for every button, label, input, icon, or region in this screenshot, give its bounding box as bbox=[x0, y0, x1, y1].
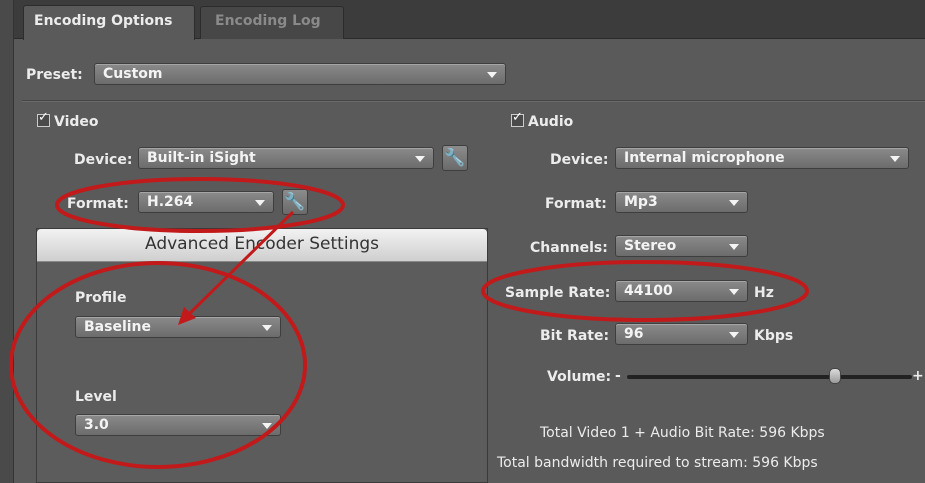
chevron-down-icon bbox=[729, 244, 739, 250]
video-device-label: Device: bbox=[74, 152, 133, 168]
profile-label: Profile bbox=[75, 290, 127, 306]
preset-label: Preset: bbox=[26, 67, 83, 83]
audio-toggle[interactable]: Audio bbox=[511, 110, 574, 130]
video-format-label: Format: bbox=[67, 196, 129, 212]
video-format-dropdown[interactable]: H.264 bbox=[138, 191, 274, 213]
volume-label: Volume: bbox=[547, 369, 612, 385]
volume-track[interactable] bbox=[627, 375, 912, 379]
chevron-down-icon bbox=[255, 200, 265, 206]
audio-device-value: Internal microphone bbox=[624, 150, 785, 166]
audio-device-label: Device: bbox=[550, 152, 609, 168]
bit-rate-label: Bit Rate: bbox=[540, 328, 610, 344]
video-toggle[interactable]: Video bbox=[37, 110, 99, 130]
volume-slider-handle[interactable] bbox=[829, 368, 842, 384]
chevron-down-icon bbox=[890, 156, 900, 162]
window-left-border bbox=[0, 0, 14, 483]
video-device-dropdown[interactable]: Built-in iSight bbox=[138, 147, 434, 169]
sample-rate-value: 44100 bbox=[624, 283, 673, 299]
channels-dropdown[interactable]: Stereo bbox=[615, 235, 748, 257]
chevron-down-icon bbox=[729, 332, 739, 338]
audio-format-dropdown[interactable]: Mp3 bbox=[615, 191, 748, 213]
chevron-down-icon bbox=[262, 325, 272, 331]
bandwidth-text: Total bandwidth required to stream: 596 … bbox=[497, 455, 818, 471]
audio-format-label: Format: bbox=[545, 196, 607, 212]
tab-encoding-log[interactable]: Encoding Log bbox=[200, 6, 344, 39]
chevron-down-icon bbox=[262, 423, 272, 429]
audio-format-value: Mp3 bbox=[624, 194, 658, 210]
volume-plus: + bbox=[912, 368, 924, 384]
audio-header-label: Audio bbox=[528, 114, 574, 130]
channels-label: Channels: bbox=[530, 240, 608, 256]
chevron-down-icon bbox=[729, 289, 739, 295]
wrench-icon[interactable]: 🔧 bbox=[442, 145, 468, 171]
sample-rate-dropdown[interactable]: 44100 bbox=[615, 280, 748, 302]
profile-dropdown[interactable]: Baseline bbox=[75, 316, 281, 338]
sample-rate-unit: Hz bbox=[754, 285, 774, 301]
level-value: 3.0 bbox=[84, 417, 109, 433]
audio-device-dropdown[interactable]: Internal microphone bbox=[615, 147, 909, 169]
preset-dropdown[interactable]: Custom bbox=[94, 63, 506, 85]
bit-rate-unit: Kbps bbox=[754, 328, 794, 344]
volume-minus: - bbox=[615, 368, 621, 384]
advanced-encoder-title: Advanced Encoder Settings bbox=[144, 234, 379, 254]
preset-value: Custom bbox=[103, 66, 163, 82]
tab-encoding-log-label: Encoding Log bbox=[215, 13, 321, 29]
advanced-encoder-titlebar: Advanced Encoder Settings bbox=[37, 229, 487, 262]
chevron-down-icon bbox=[415, 156, 425, 162]
total-bit-rate-text: Total Video 1 + Audio Bit Rate: 596 Kbps bbox=[540, 425, 825, 441]
bit-rate-dropdown[interactable]: 96 bbox=[615, 323, 748, 345]
tab-encoding-options-label: Encoding Options bbox=[34, 13, 173, 29]
level-dropdown[interactable]: 3.0 bbox=[75, 414, 281, 436]
profile-value: Baseline bbox=[84, 319, 152, 335]
bit-rate-value: 96 bbox=[624, 326, 644, 342]
chevron-down-icon bbox=[487, 72, 497, 78]
video-header-label: Video bbox=[54, 114, 99, 130]
checkmark-icon[interactable] bbox=[511, 110, 524, 127]
divider bbox=[22, 100, 925, 102]
wrench-icon[interactable]: 🔧 bbox=[282, 189, 308, 215]
video-format-value: H.264 bbox=[147, 194, 194, 210]
channels-value: Stereo bbox=[624, 238, 677, 254]
video-device-value: Built-in iSight bbox=[147, 150, 256, 166]
level-label: Level bbox=[75, 389, 117, 405]
chevron-down-icon bbox=[729, 200, 739, 206]
sample-rate-label: Sample Rate: bbox=[505, 285, 611, 301]
checkmark-icon[interactable] bbox=[37, 110, 50, 127]
tab-encoding-options[interactable]: Encoding Options bbox=[23, 5, 195, 40]
advanced-encoder-panel: Advanced Encoder Settings Profile Baseli… bbox=[36, 228, 488, 483]
